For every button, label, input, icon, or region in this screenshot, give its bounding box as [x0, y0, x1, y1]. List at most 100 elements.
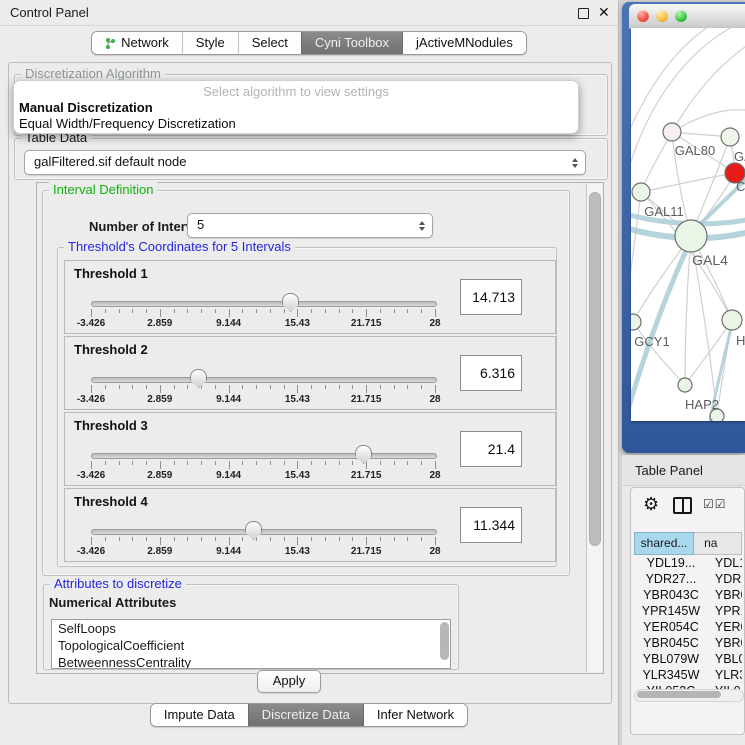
tab-label: Select: [252, 32, 288, 54]
slider-ticks: [91, 461, 435, 470]
node-label: GAL80: [675, 143, 715, 158]
scale-label: 28: [429, 318, 440, 329]
scale-label: 2.859: [147, 470, 172, 481]
zoom-traffic-light[interactable]: [675, 10, 687, 22]
cell-shared-name: YBR045C: [634, 635, 708, 651]
horizontal-scrollbar-thumb[interactable]: [637, 691, 721, 698]
threshold-value-field[interactable]: 6.316: [460, 355, 522, 391]
network-node-gcy1[interactable]: [631, 314, 641, 330]
number-of-intervals-combobox[interactable]: 5: [187, 213, 433, 238]
cell-name: YER0: [708, 619, 742, 635]
table-row[interactable]: YBR043CYBR0: [634, 587, 742, 603]
network-node-gal11[interactable]: [632, 183, 650, 201]
close-icon[interactable]: ✕: [598, 4, 610, 21]
table-row[interactable]: YLR345WYLR3: [634, 667, 742, 683]
network-node[interactable]: [710, 409, 724, 421]
column-header-shared-name[interactable]: shared...: [634, 532, 694, 555]
network-canvas[interactable]: GAL80GACGAL11GAL4GCY1HHAP2: [631, 28, 745, 421]
gear-icon[interactable]: ⚙: [643, 494, 659, 515]
threshold-panel: Threshold 1 -3.4262.8599.14415.4321.7152…: [64, 260, 556, 334]
network-edge-highlighted[interactable]: [631, 240, 691, 420]
vertical-scrollbar[interactable]: [586, 184, 602, 672]
horizontal-scrollbar[interactable]: [634, 689, 744, 702]
tab-label: Network: [121, 32, 169, 54]
list-scrollbar-thumb[interactable]: [440, 622, 449, 660]
table-data-combobox[interactable]: galFiltered.sif default node: [24, 150, 586, 175]
discretization-algorithm-title: Discretization Algorithm: [21, 66, 165, 81]
numerical-attributes-list[interactable]: SelfLoopsTopologicalCoefficientBetweenne…: [51, 619, 451, 669]
checkboxes-icon[interactable]: ☑☑: [703, 497, 727, 511]
scale-label: -3.426: [77, 470, 105, 481]
threshold-panel: Threshold 2 -3.4262.8599.14415.4321.7152…: [64, 336, 556, 410]
network-edge[interactable]: [631, 28, 731, 138]
table-row[interactable]: YPR145WYPR1: [634, 603, 742, 619]
vertical-scrollbar-thumb[interactable]: [589, 192, 601, 546]
table-row[interactable]: YBR045CYBR0: [634, 635, 742, 651]
cell-name: YDL1: [708, 555, 742, 571]
attribute-item-selfloops[interactable]: SelfLoops: [52, 620, 450, 637]
threshold-panel: Threshold 4 -3.4262.8599.14415.4321.7152…: [64, 488, 556, 562]
threshold-value-field[interactable]: 11.344: [460, 507, 522, 543]
cell-shared-name: YLR345W: [634, 667, 708, 683]
tab-network[interactable]: Network: [92, 32, 182, 54]
slider-ticks: [91, 385, 435, 394]
algorithm-option-equal-width-frequency-discretization[interactable]: Equal Width/Frequency Discretization: [19, 116, 236, 131]
tab-infer-network[interactable]: Infer Network: [363, 704, 467, 726]
table-row[interactable]: YDR27...YDR2: [634, 571, 742, 587]
tab-label: Impute Data: [164, 704, 235, 726]
network-edge[interactable]: [641, 173, 735, 192]
slider-ticks: [91, 309, 435, 318]
network-node-gal4[interactable]: [675, 220, 707, 252]
node-label: C: [736, 179, 745, 194]
tab-select[interactable]: Select: [238, 32, 301, 54]
scale-label: 28: [429, 394, 440, 405]
threshold-value-field[interactable]: 21.4: [460, 431, 522, 467]
network-edge[interactable]: [685, 236, 691, 385]
scale-label: 21.715: [351, 318, 382, 329]
network-node-ga[interactable]: [721, 128, 739, 146]
network-node-gal80[interactable]: [663, 123, 681, 141]
tab-impute-data[interactable]: Impute Data: [151, 704, 248, 726]
threshold-slider-track[interactable]: [91, 301, 437, 307]
attribute-item-topologicalcoefficient[interactable]: TopologicalCoefficient: [52, 637, 450, 654]
network-node-hap2[interactable]: [678, 378, 692, 392]
threshold-label: Threshold 3: [74, 418, 148, 433]
float-window-icon[interactable]: [578, 8, 589, 19]
table-row[interactable]: YER054CYER0: [634, 619, 742, 635]
network-node-h[interactable]: [722, 310, 742, 330]
column-header-name[interactable]: na: [694, 532, 742, 555]
table-row[interactable]: YDL19...YDL1: [634, 555, 742, 571]
slider-scale-labels: -3.4262.8599.14415.4321.71528: [91, 470, 435, 482]
network-edge[interactable]: [672, 46, 745, 132]
close-traffic-light[interactable]: [637, 10, 649, 22]
slider-scale-labels: -3.4262.8599.14415.4321.71528: [91, 318, 435, 330]
cell-name: YLR3: [708, 667, 742, 683]
tab-style[interactable]: Style: [182, 32, 238, 54]
threshold-label: Threshold 1: [74, 266, 148, 281]
cell-name: YBL0: [708, 651, 742, 667]
tab-label: jActiveMNodules: [416, 32, 513, 54]
network-edge[interactable]: [631, 192, 641, 308]
tab-label: Style: [196, 32, 225, 54]
tab-jactivemnodules[interactable]: jActiveMNodules: [402, 32, 526, 54]
scale-label: 9.144: [216, 318, 241, 329]
split-columns-icon[interactable]: [673, 497, 692, 514]
threshold-value-field[interactable]: 14.713: [460, 279, 522, 315]
threshold-slider-track[interactable]: [91, 453, 437, 459]
threshold-slider-track[interactable]: [91, 529, 437, 535]
threshold-slider-track[interactable]: [91, 377, 437, 383]
apply-button[interactable]: Apply: [257, 670, 321, 693]
network-edge[interactable]: [641, 132, 672, 192]
tab-discretize-data[interactable]: Discretize Data: [248, 704, 363, 726]
tab-cyni-toolbox[interactable]: Cyni Toolbox: [301, 32, 402, 54]
attribute-item-betweennesscentrality[interactable]: BetweennessCentrality: [52, 654, 450, 669]
table-row[interactable]: YBL079WYBL0: [634, 651, 742, 667]
network-window-titlebar: [629, 4, 745, 29]
node-label: GAL4: [692, 252, 728, 268]
algorithm-placeholder: Select algorithm to view settings: [14, 84, 578, 99]
algorithm-option-manual-discretization[interactable]: Manual Discretization: [19, 100, 153, 115]
threshold-panel: Threshold 3 -3.4262.8599.14415.4321.7152…: [64, 412, 556, 486]
combo-stepper-icon: [572, 158, 578, 168]
tab-label: Cyni Toolbox: [315, 32, 389, 54]
minimize-traffic-light[interactable]: [656, 10, 668, 22]
